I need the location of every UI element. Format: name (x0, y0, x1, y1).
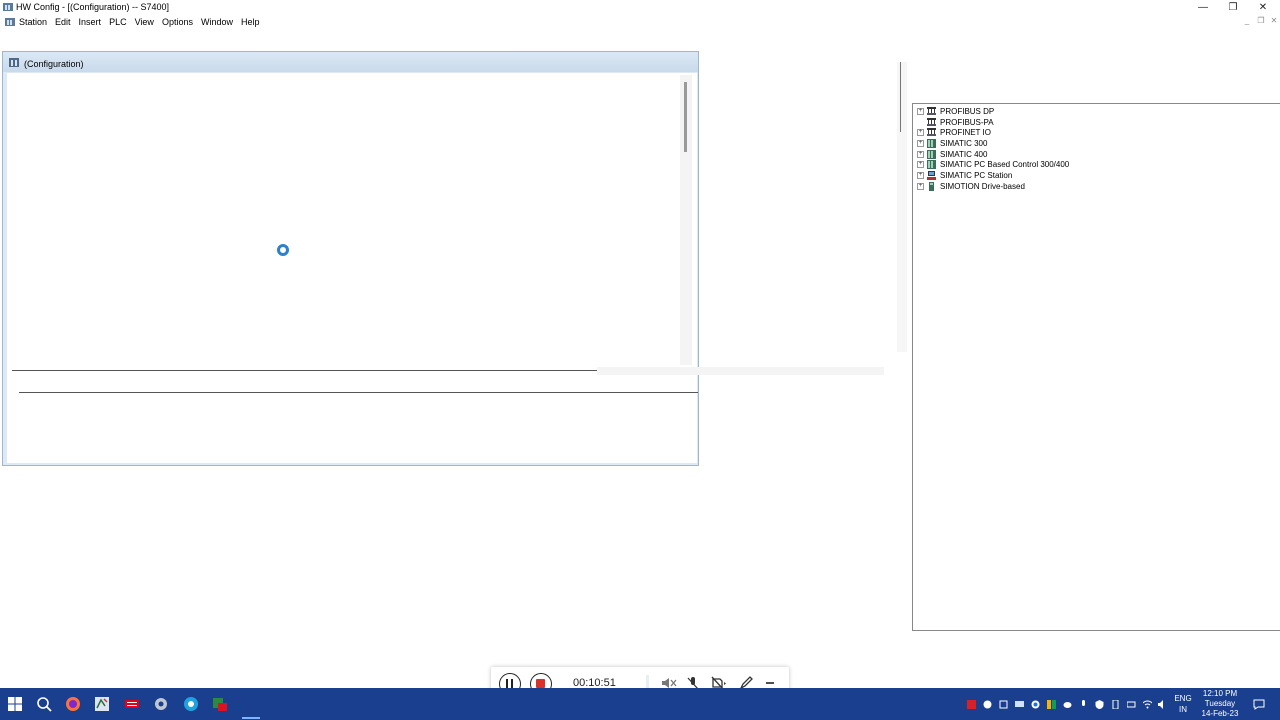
defender-tray-icon[interactable] (1095, 700, 1104, 709)
clock-time: 12:10 PM (1202, 689, 1238, 698)
menu-station[interactable]: Station (19, 17, 47, 27)
configuration-canvas[interactable] (7, 73, 697, 463)
expand-icon[interactable]: + (917, 107, 924, 115)
catalog-separator (897, 62, 907, 352)
tree-item-simatic-400[interactable]: + SIMATIC 400 (917, 149, 1069, 160)
detail-pane-splitter[interactable] (19, 392, 698, 393)
screen-recorder-app-icon[interactable] (183, 696, 199, 712)
battery-tray-icon[interactable] (1127, 700, 1136, 709)
display-tray-icon[interactable] (1015, 700, 1024, 709)
mdi-restore-button[interactable]: ❐ (1254, 16, 1268, 25)
configuration-caption[interactable]: (Configuration) (3, 52, 698, 72)
language-code: ENG (1174, 694, 1192, 703)
settings-gear-icon[interactable] (153, 696, 169, 712)
expand-icon[interactable]: + (917, 150, 924, 158)
pane-splitter[interactable] (12, 370, 597, 371)
tree-item-label: PROFINET IO (940, 128, 991, 138)
loading-spinner-icon (277, 244, 289, 256)
chrome-tray-icon[interactable] (1031, 700, 1040, 709)
menu-view[interactable]: View (135, 17, 154, 27)
close-button[interactable]: ✕ (1248, 0, 1278, 15)
expand-icon[interactable]: + (917, 139, 924, 147)
network-icon (927, 106, 936, 115)
menu-options[interactable]: Options (162, 17, 193, 27)
sync-tray-icon[interactable] (983, 700, 992, 709)
tree-item-label: SIMOTION Drive-based (940, 181, 1025, 191)
simatic-manager-icon[interactable] (94, 696, 110, 712)
hardware-catalog: + PROFIBUS DP PROFIBUS-PA + PROFINET IO … (912, 103, 1280, 631)
separator-line (900, 62, 901, 132)
pc-station-icon (927, 170, 936, 180)
expand-icon[interactable]: + (917, 182, 924, 190)
language-indicator[interactable]: ENG IN (1172, 693, 1194, 715)
firefox-icon[interactable] (65, 696, 81, 712)
usb-tray-icon[interactable] (1111, 700, 1120, 709)
expand-icon[interactable]: + (917, 171, 924, 179)
expand-icon[interactable]: + (917, 129, 924, 137)
minimize-button[interactable]: — (1188, 0, 1218, 15)
tree-item-label: SIMATIC 400 (940, 149, 988, 159)
scrollbar-thumb[interactable] (684, 82, 687, 152)
rack-icon (927, 138, 936, 148)
colorful-tray-icon[interactable] (1047, 700, 1056, 709)
clock-day: Tuesday (1204, 699, 1236, 708)
menu-window[interactable]: Window (201, 17, 233, 27)
catalog-tree: + PROFIBUS DP PROFIBUS-PA + PROFINET IO … (917, 106, 1069, 192)
station-icon[interactable] (5, 17, 15, 27)
menu-insert[interactable]: Insert (79, 17, 102, 27)
microphone-tray-icon[interactable] (1079, 700, 1088, 709)
tree-item-simatic-pc-based-control[interactable]: + SIMATIC PC Based Control 300/400 (917, 159, 1069, 170)
expand-icon[interactable]: + (917, 161, 924, 169)
rack-icon (927, 149, 936, 159)
splitter-track (597, 367, 884, 375)
configuration-window: (Configuration) (2, 51, 699, 466)
menu-plc[interactable]: PLC (109, 17, 127, 27)
cloud-tray-icon[interactable] (1063, 700, 1072, 709)
active-app-indicator (242, 717, 260, 719)
tree-item-profibus-pa[interactable]: PROFIBUS-PA (917, 117, 1069, 128)
tree-item-simatic-300[interactable]: + SIMATIC 300 (917, 138, 1069, 149)
region-code: IN (1179, 705, 1187, 714)
no-expand-spacer (917, 119, 924, 126)
tree-item-label: PROFIBUS-PA (940, 117, 994, 127)
tree-item-label: SIMATIC PC Based Control 300/400 (940, 160, 1070, 170)
hw-config-app-icon (3, 3, 13, 11)
drive-icon (929, 181, 934, 191)
network-icon (927, 117, 936, 126)
windows-start-icon[interactable] (7, 696, 23, 712)
tree-item-profibus-dp[interactable]: + PROFIBUS DP (917, 106, 1069, 117)
rack-icon (927, 160, 936, 170)
acrobat-tray-icon[interactable] (967, 700, 976, 709)
configuration-icon (9, 58, 19, 67)
tree-item-label: SIMATIC 300 (940, 138, 988, 148)
search-icon[interactable] (36, 696, 52, 712)
tree-item-profinet-io[interactable]: + PROFINET IO (917, 127, 1069, 138)
title-bar: HW Config - [(Configuration) -- S7400] —… (0, 0, 1280, 15)
window-title: HW Config - [(Configuration) -- S7400] (16, 2, 170, 12)
tree-item-simotion-drive-based[interactable]: + SIMOTION Drive-based (917, 181, 1069, 192)
wifi-tray-icon[interactable] (1143, 700, 1152, 709)
menu-edit[interactable]: Edit (55, 17, 71, 27)
mdi-close-button[interactable]: ✕ (1267, 16, 1280, 25)
network-icon (927, 128, 936, 137)
abb-icon[interactable] (124, 696, 140, 712)
taskbar: ENG IN 12:10 PM Tuesday 14-Feb-23 (0, 688, 1280, 720)
mdi-minimize-button[interactable]: _ (1240, 16, 1254, 25)
tree-item-simatic-pc-station[interactable]: + SIMATIC PC Station (917, 170, 1069, 181)
notification-center-icon[interactable] (1253, 699, 1265, 710)
menu-help[interactable]: Help (241, 17, 260, 27)
hw-config-taskbar-icon[interactable] (212, 696, 228, 712)
configuration-title: (Configuration) (24, 59, 84, 69)
maximize-button[interactable]: ❐ (1218, 0, 1248, 15)
volume-tray-icon[interactable] (1158, 700, 1167, 709)
network-tray-icon[interactable] (999, 700, 1008, 709)
menu-bar: Station Edit Insert PLC View Options Win… (0, 15, 1280, 29)
system-clock[interactable]: 12:10 PM Tuesday 14-Feb-23 (1196, 689, 1244, 719)
tree-item-label: SIMATIC PC Station (940, 170, 1013, 180)
clock-date: 14-Feb-23 (1201, 709, 1239, 718)
tree-item-label: PROFIBUS DP (940, 106, 995, 116)
